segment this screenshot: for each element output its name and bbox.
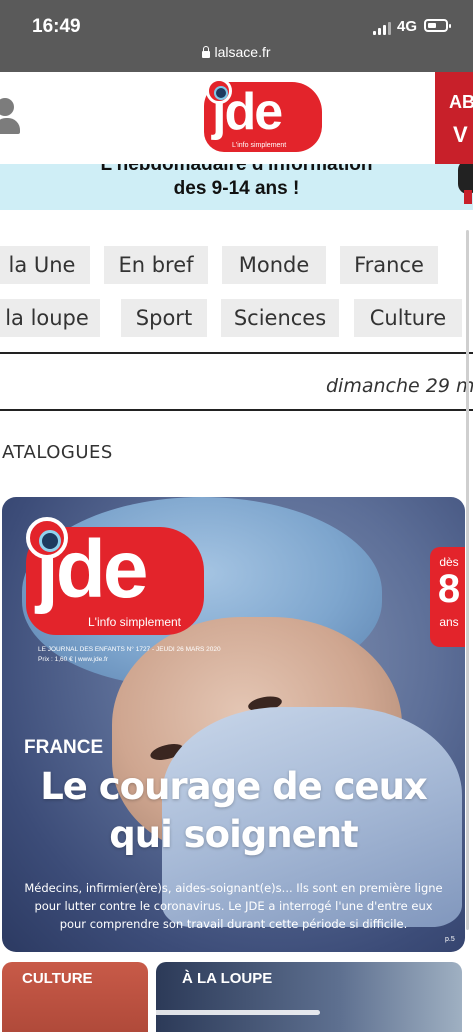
- nav-item-france[interactable]: France: [340, 246, 438, 284]
- logo-eye-icon: [206, 78, 232, 104]
- subscribe-label-top: AB: [449, 92, 473, 112]
- thumbnail-culture[interactable]: CULTURE: [2, 962, 148, 1032]
- divider-bottom: [0, 409, 473, 411]
- thumbnail-a-la-loupe[interactable]: À LA LOUPE: [156, 962, 462, 1032]
- logo-tagline: L'info simplement: [232, 142, 287, 149]
- nav-item-sciences[interactable]: Sciences: [221, 299, 339, 337]
- signal-icon: [373, 22, 393, 35]
- lock-icon: [202, 46, 211, 58]
- url-bar[interactable]: lalsace.fr: [0, 44, 473, 60]
- age-badge: dès 8 ans: [430, 547, 465, 647]
- banner-line-2: des 9-14 ans !: [173, 178, 300, 199]
- age-badge-bottom: ans: [439, 615, 459, 629]
- banner-line-1: L'hebdomadaire d'information: [100, 164, 373, 175]
- nav-item-culture[interactable]: Culture: [354, 299, 462, 337]
- cover-kicker: FRANCE: [24, 737, 104, 758]
- cover-jde-logo: jde L'info simplement: [26, 517, 206, 637]
- jde-logo[interactable]: jde L'info simplement: [204, 78, 322, 158]
- cover-headline-line-1: Le courage de ceux: [40, 765, 428, 808]
- current-date: dimanche 29 ma: [326, 375, 473, 397]
- cover-logo-tagline: L'info simplement: [88, 615, 181, 629]
- battery-icon: [424, 19, 451, 32]
- home-indicator[interactable]: [154, 1010, 320, 1015]
- thumbnail-label-culture: CULTURE: [22, 970, 93, 987]
- cover-logo-eye-icon: [26, 517, 68, 559]
- page-scrollbar[interactable]: [466, 230, 469, 930]
- microphone-icon: [458, 164, 473, 204]
- nav-item-la-une[interactable]: la Une: [0, 246, 90, 284]
- status-time: 16:49: [32, 16, 81, 37]
- network-type: 4G: [397, 18, 418, 35]
- section-title: ATALOGUES: [2, 442, 113, 463]
- nav-item-sport[interactable]: Sport: [121, 299, 207, 337]
- cover-lede-line-3: pour comprendre son travail durant cette…: [59, 917, 408, 931]
- cover-lede-line-2: pour lutter contre le coronavirus. Le JD…: [34, 899, 433, 913]
- account-icon[interactable]: [0, 98, 24, 138]
- tagline-banner: L'hebdomadaire d'information des 9-14 an…: [0, 164, 473, 210]
- cover-headline-line-2: qui soignent: [109, 813, 358, 856]
- nav-item-la-loupe[interactable]: la loupe: [0, 299, 100, 337]
- cover-headline: Le courage de ceux qui soignent: [2, 763, 465, 859]
- subscribe-label-bottom: V: [453, 122, 468, 147]
- cover-issue-line: LE JOURNAL DES ENFANTS N° 1727 - JEUDI 2…: [38, 646, 221, 653]
- cover-issue-info: LE JOURNAL DES ENFANTS N° 1727 - JEUDI 2…: [38, 645, 221, 665]
- cover-price-line: Prix : 1,60 € | www.jde.fr: [38, 656, 108, 663]
- magazine-cover[interactable]: jde L'info simplement LE JOURNAL DES ENF…: [2, 497, 465, 952]
- cover-lede: Médecins, infirmier(ère)s, aides-soignan…: [10, 879, 457, 933]
- cover-lede-line-1: Médecins, infirmier(ère)s, aides-soignan…: [24, 881, 443, 895]
- age-badge-number: 8: [437, 567, 461, 611]
- nav-item-monde[interactable]: Monde: [222, 246, 326, 284]
- url-text: lalsace.fr: [214, 44, 271, 60]
- thumbnail-label-a-la-loupe: À LA LOUPE: [182, 970, 273, 987]
- site-header: jde L'info simplement AB V: [0, 72, 473, 165]
- cover-page-ref: p.5: [445, 936, 455, 943]
- subscribe-button[interactable]: AB V: [435, 72, 473, 164]
- nav-item-en-bref[interactable]: En bref: [104, 246, 208, 284]
- browser-top-bar: 16:49 4G lalsace.fr: [0, 0, 473, 72]
- divider-top: [0, 352, 473, 354]
